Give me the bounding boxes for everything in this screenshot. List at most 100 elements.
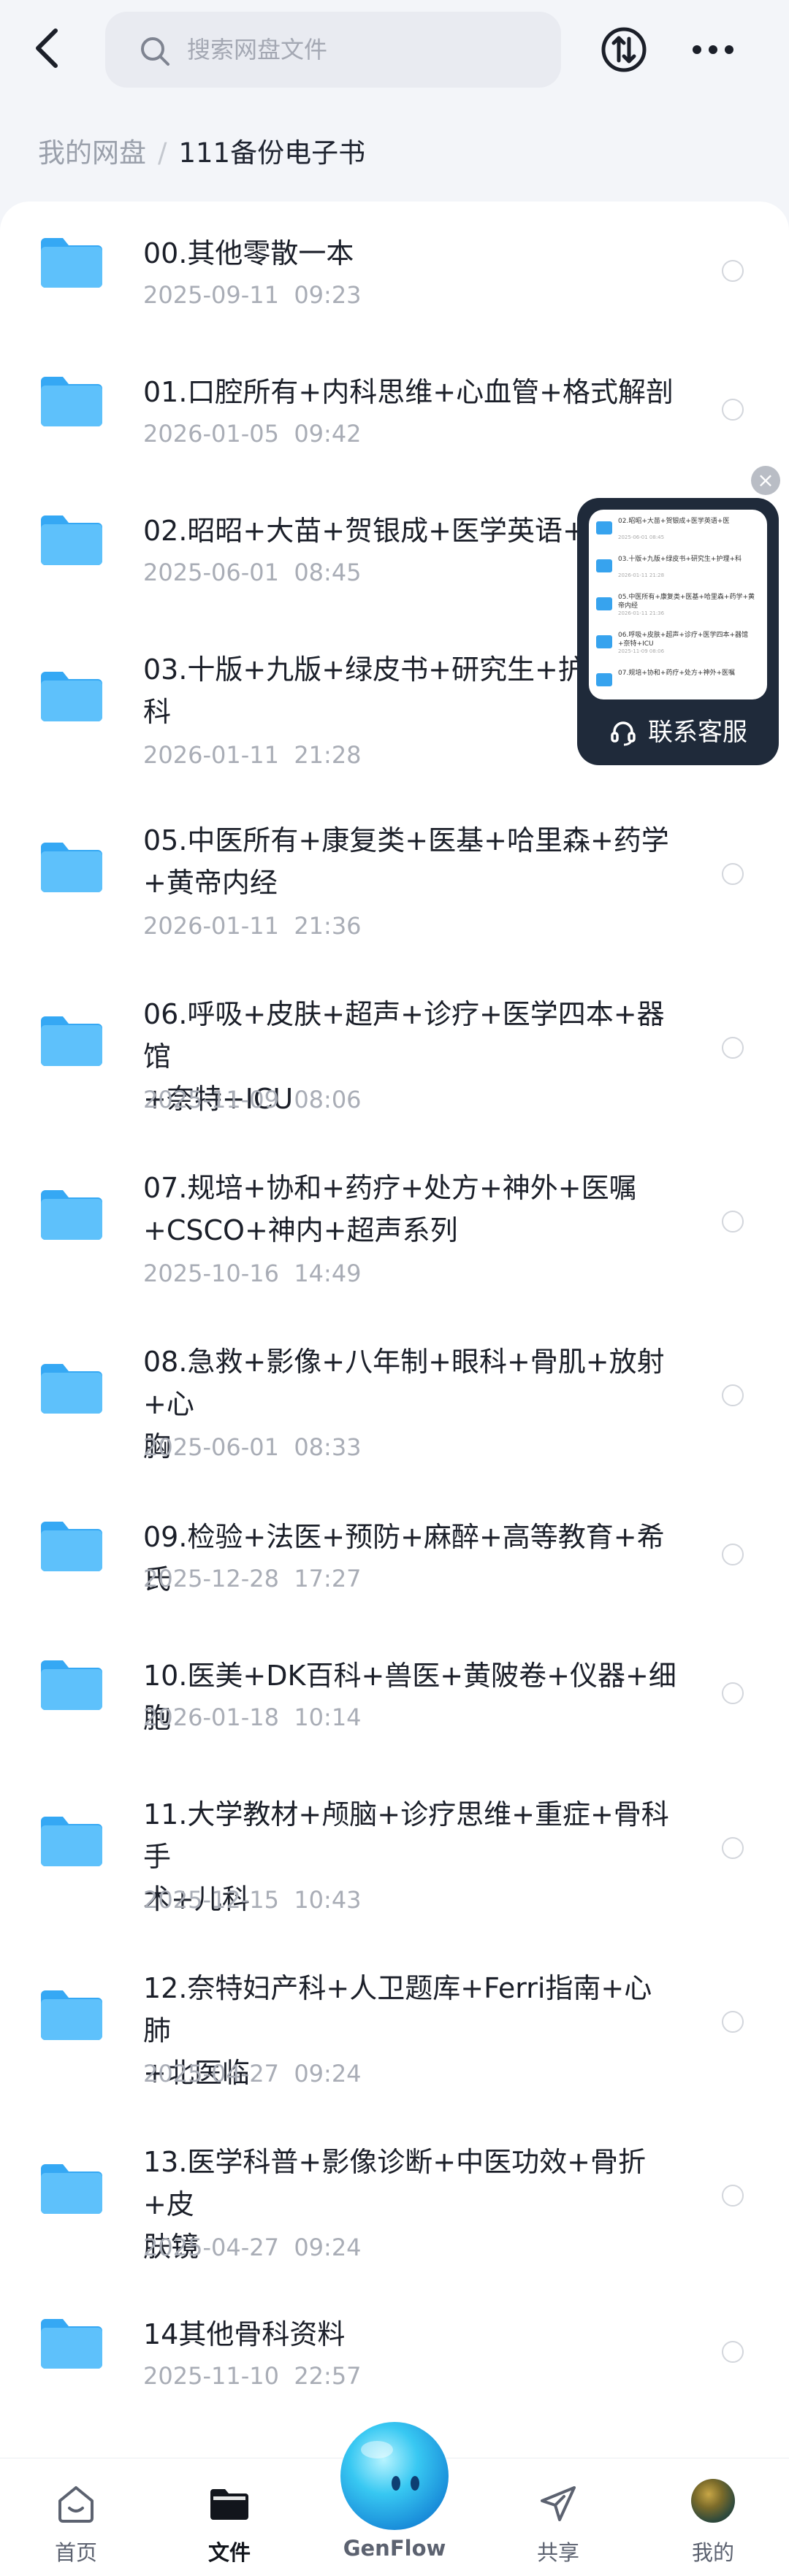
nav-files[interactable]: 文件 [171,2458,288,2576]
preview-date: 2025-06-01 08:45 [618,534,665,540]
preview-folder-icon [596,521,612,534]
select-radio[interactable] [722,2185,744,2207]
file-name: 07.规培+协和+药疗+处方+神外+医嘱 +CSCO+神内+超声系列 [143,1167,676,1251]
folder-icon [39,1815,104,1868]
folder-filled-icon [210,2489,248,2520]
file-row[interactable]: 13.医学科普+影像诊断+中医功效+骨折+皮 肤镜 2025-04-27 09:24 [0,2110,789,2282]
search-placeholder: 搜索网盘文件 [187,36,328,64]
select-radio[interactable] [722,2011,744,2033]
sort-button[interactable] [595,20,653,79]
file-row[interactable]: 05.中医所有+康复类+医基+哈里森+药学 +黄帝内经 2026-01-11 21:… [0,789,789,962]
file-name-line: +CSCO+神内+超声系列 [143,1214,458,1246]
contact-service-label: 联系客服 [648,718,747,747]
preview-item: 02.昭昭+大苗+贺银成+医学英语+医 2025-06-01 08:45 [596,517,763,546]
preview-item: 06.呼吸+皮肤+超声+诊疗+医学四本+器馆+奈特+ICU 2025-11-09 … [596,631,763,660]
preview-item: 07.规培+协和+药疗+处方+神外+医嘱 [596,669,763,698]
file-name: 01.口腔所有+内科思维+心血管+格式解剖 [143,371,676,413]
folder-icon [39,1362,104,1415]
file-name-line: 13.医学科普+影像诊断+中医功效+骨折+皮 [143,2146,646,2220]
file-date: 2026-01-18 10:14 [143,1703,362,1731]
folder-icon [39,2163,104,2215]
preview-date: 2026-01-11 21:36 [618,610,665,616]
folder-icon [39,2318,104,2370]
file-row[interactable]: 08.急救+影像+八年制+眼科+骨肌+放射+心胸 2025-06-01 08:33 [0,1310,789,1485]
file-date: 2025-09-11 09:23 [143,281,362,309]
file-date: 2025-06-01 08:45 [143,559,362,586]
more-button[interactable] [684,20,742,79]
file-row[interactable]: 06.呼吸+皮肤+超声+诊疗+医学四本+器馆 +奈特+ICU 2025-11-09 … [0,962,789,1136]
file-name-line: +黄帝内经 [143,867,278,899]
file-row[interactable]: 00.其他零散一本 2025-09-11 09:23 [0,202,789,340]
select-radio[interactable] [722,1682,744,1704]
preview-date: 2025-11-09 08:06 [618,648,665,654]
file-row[interactable]: 12.奈特妇产科+人卫题库+Ferri指南+心肺 +北医临 2025-04-27 0… [0,1936,789,2110]
headset-icon [611,721,636,745]
file-date: 2025-10-16 14:49 [143,1260,362,1287]
folder-icon [39,841,104,894]
breadcrumb-separator: / [158,137,167,169]
file-name-line: 05.中医所有+康复类+医基+哈里森+药学 [143,824,669,856]
float-close-button[interactable]: × [751,466,780,495]
file-name: 00.其他零散一本 [143,232,676,275]
folder-icon [39,375,104,428]
search-icon [141,37,169,66]
select-radio[interactable] [722,1544,744,1565]
more-dots-icon [693,45,733,54]
file-name-line: 12.奈特妇产科+人卫题库+Ferri指南+心肺 [143,1972,652,2047]
folder-icon [39,1989,104,2042]
nav-share[interactable]: 共享 [500,2458,617,2576]
nav-home[interactable]: 首页 [18,2458,134,2576]
select-radio[interactable] [722,399,744,421]
select-radio[interactable] [722,2341,744,2363]
nav-genflow-label: GenFlow [343,2536,446,2561]
search-input[interactable]: 搜索网盘文件 [105,12,561,88]
folder-icon [39,1659,104,1711]
file-date: 2025-04-27 09:24 [143,2060,362,2088]
select-radio[interactable] [722,863,744,885]
folder-icon [39,1520,104,1573]
file-name: 14其他骨科资料 [143,2313,676,2355]
nav-files-label: 文件 [207,2540,251,2565]
send-plane-icon [541,2486,576,2521]
file-row[interactable]: 10.医美+DK百科+兽医+黄陂卷+仪器+细胞 2026-01-18 10:14 [0,1624,789,1763]
preview-item: 05.中医所有+康复类+医基+哈里森+药学+黄帝内经 2026-01-11 21:… [596,593,763,622]
breadcrumb-root[interactable]: 我的网盘 [38,137,146,169]
nav-mine[interactable]: 我的 [655,2458,771,2576]
file-date: 2025-12-28 17:27 [143,1565,362,1592]
breadcrumb: 我的网盘 / 111备份电子书 [38,131,365,175]
folder-icon [39,1189,104,1241]
breadcrumb-current: 111备份电子书 [178,137,366,169]
select-radio[interactable] [722,1037,744,1059]
select-radio[interactable] [722,260,744,282]
file-row[interactable]: 11.大学教材+颅脑+诊疗思维+重症+骨科手 术+儿科 2025-12-15 10:… [0,1763,789,1936]
folder-icon [39,237,104,289]
genflow-orb-icon [340,2422,449,2530]
file-date: 2026-01-05 09:42 [143,420,362,448]
avatar [691,2479,735,2523]
file-name-line: 11.大学教材+颅脑+诊疗思维+重症+骨科手 [143,1798,669,1873]
back-button[interactable] [25,22,72,74]
file-row[interactable]: 07.规培+协和+药疗+处方+神外+医嘱 +CSCO+神内+超声系列 2025-10… [0,1136,789,1310]
file-row[interactable]: 09.检验+法医+预防+麻醉+高等教育+希氏 2025-12-28 17:27 [0,1485,789,1624]
preview-folder-icon [596,635,612,648]
preview-title: 07.规培+协和+药疗+处方+神外+医嘱 [618,670,736,677]
select-radio[interactable] [722,1837,744,1859]
chevron-left-icon [36,28,58,68]
top-bar: 搜索网盘文件 [0,0,789,102]
select-radio[interactable] [722,1211,744,1233]
customer-service-card[interactable]: 02.昭昭+大苗+贺银成+医学英语+医 2025-06-01 08:45 03.十版… [577,498,779,765]
folder-icon [39,514,104,567]
customer-service-float[interactable]: × 02.昭昭+大苗+贺银成+医学英语+医 2025-06-01 08:45 03.… [577,459,780,767]
bottom-nav: 首页 文件 GenFlow 共享 我的 [0,2422,789,2576]
home-icon [58,2486,94,2523]
file-row[interactable]: 14其他骨科资料 2025-11-10 22:57 [0,2282,789,2421]
file-name-line: 07.规培+协和+药疗+处方+神外+医嘱 [143,1172,637,1204]
file-name-line: 01.口腔所有+内科思维+心血管+格式解剖 [143,376,674,408]
contact-service-button[interactable]: 联系客服 [577,699,779,765]
select-radio[interactable] [722,1384,744,1406]
preview-date: 2026-01-11 21:28 [618,572,665,578]
file-name-line: 00.其他零散一本 [143,237,354,269]
nav-home-label: 首页 [54,2540,97,2565]
nav-genflow[interactable]: GenFlow [319,2410,470,2576]
preview-item: 03.十版+九版+绿皮书+研究生+护理+科 2026-01-11 21:28 [596,555,763,584]
